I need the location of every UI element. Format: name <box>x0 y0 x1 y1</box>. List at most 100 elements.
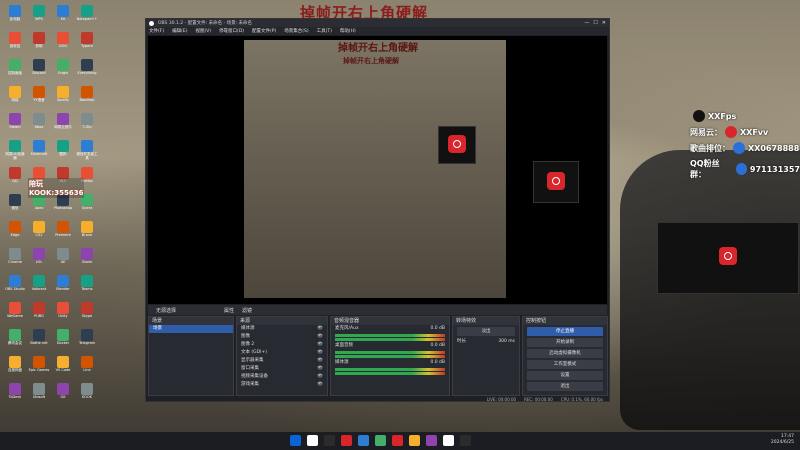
desktop-icon[interactable]: 微信开发者工具 <box>76 139 98 167</box>
volume-meter[interactable] <box>335 334 445 337</box>
maximize-icon[interactable]: ☐ <box>593 20 597 26</box>
desktop-icon[interactable]: Zoom <box>76 247 98 275</box>
volume-meter[interactable] <box>335 338 445 341</box>
source-item[interactable]: 显示器采集 👁 <box>237 357 327 365</box>
desktop-icon[interactable]: QQ <box>4 166 26 194</box>
desktop-icon[interactable]: 此电脑 <box>4 4 26 32</box>
desktop-icon[interactable]: Docker <box>52 328 74 356</box>
desktop-icon[interactable]: Notepad++ <box>76 4 98 32</box>
desktop-icon[interactable]: Discord <box>28 58 50 86</box>
minimize-icon[interactable]: — <box>584 20 589 26</box>
taskbar-app-icon[interactable] <box>341 435 352 446</box>
desktop-icon[interactable]: Ubisoft <box>28 382 50 410</box>
control-button[interactable]: 停止直播 <box>527 327 603 336</box>
scene-item[interactable]: 场景 <box>149 325 233 333</box>
obs-preview[interactable]: 掉帧开右上角硬解 掉帧开右上角硬解 <box>148 36 607 304</box>
visibility-icon[interactable]: 👁 <box>317 381 323 389</box>
desktop-icon[interactable]: Minecraft <box>28 139 50 167</box>
desktop-icon[interactable]: 酷狗 <box>52 139 74 167</box>
desktop-icon[interactable]: Origin <box>52 58 74 86</box>
desktop-icon[interactable]: Edge <box>4 220 26 248</box>
desktop-icon[interactable]: OBS Studio <box>4 274 26 302</box>
taskbar-app-icon[interactable] <box>426 435 437 446</box>
source-item[interactable]: 文本 (GDI+) 👁 <box>237 349 327 357</box>
taskbar-app-icon[interactable] <box>443 435 454 446</box>
desktop-icon[interactable]: Blender <box>52 274 74 302</box>
menu-item[interactable]: 帮助(H) <box>340 28 356 34</box>
menu-item[interactable]: 场景集合(S) <box>284 28 308 34</box>
desktop-icon[interactable]: WPS <box>28 4 50 32</box>
desktop-icon[interactable]: Battle.net <box>28 328 50 356</box>
desktop-icon[interactable]: Premiere <box>52 220 74 248</box>
desktop-icon[interactable]: PUBG <box>28 301 50 329</box>
taskbar-app-icon[interactable] <box>358 435 369 446</box>
menu-item[interactable]: 停靠窗口(D) <box>219 28 244 34</box>
desktop-icon[interactable]: ToDesk <box>4 382 26 410</box>
control-button[interactable]: 工作室模式 <box>527 360 603 369</box>
volume-meter[interactable] <box>335 368 445 371</box>
visibility-icon[interactable]: 👁 <box>317 341 323 349</box>
desktop-icon[interactable]: Bandizip <box>76 85 98 113</box>
desktop-icon[interactable]: Valorant <box>28 274 50 302</box>
desktop-icon[interactable]: 微信 <box>4 193 26 221</box>
menu-item[interactable]: 视图(V) <box>195 28 211 34</box>
source-item[interactable]: 媒体源 👁 <box>237 325 327 333</box>
desktop-icon[interactable]: WeGame <box>4 301 26 329</box>
desktop-icon[interactable]: 回收站 <box>4 31 26 59</box>
desktop-icon[interactable]: Chrome <box>4 247 26 275</box>
desktop-icon[interactable]: Git <box>52 382 74 410</box>
desktop-icon[interactable]: Unity <box>52 301 74 329</box>
desktop-icon[interactable]: LOL <box>28 247 50 275</box>
volume-meter[interactable] <box>335 372 445 375</box>
visibility-icon[interactable]: 👁 <box>317 325 323 333</box>
desktop-icon[interactable]: AE <box>52 247 74 275</box>
desktop-icon[interactable]: Steam <box>4 112 26 140</box>
taskbar-app-icon[interactable] <box>392 435 403 446</box>
desktop-icon[interactable]: CS2 <box>28 220 50 248</box>
clock[interactable]: 17:47 2024/6/25 <box>771 434 794 446</box>
visibility-icon[interactable]: 👁 <box>317 349 323 357</box>
desktop-icon[interactable]: GOG <box>52 31 74 59</box>
taskbar-app-icon[interactable] <box>290 435 301 446</box>
desktop-icon[interactable]: 网络 <box>4 85 26 113</box>
desktop-icon[interactable]: KOOK <box>76 382 98 410</box>
taskbar-app-icon[interactable] <box>307 435 318 446</box>
visibility-icon[interactable]: 👁 <box>317 333 323 341</box>
source-item[interactable]: 视频采集设备 👁 <box>237 373 327 381</box>
desktop-icon[interactable]: Spotify <box>52 85 74 113</box>
desktop-icon[interactable]: Brave <box>76 220 98 248</box>
desktop-icon[interactable]: VS Code <box>52 355 74 383</box>
source-item[interactable]: 图像 👁 <box>237 333 327 341</box>
volume-meter[interactable] <box>335 355 445 358</box>
visibility-icon[interactable]: 👁 <box>317 365 323 373</box>
taskbar-app-icon[interactable] <box>324 435 335 446</box>
close-icon[interactable]: ✕ <box>602 20 606 26</box>
desktop-icon[interactable]: Everything <box>76 58 98 86</box>
taskbar-app-icon[interactable] <box>375 435 386 446</box>
desktop-icon[interactable]: 控制面板 <box>4 58 26 86</box>
source-item[interactable]: 图像 2 👁 <box>237 341 327 349</box>
menu-item[interactable]: 配置文件(P) <box>252 28 276 34</box>
visibility-icon[interactable]: 👁 <box>317 357 323 365</box>
desktop-icon[interactable]: Telegram <box>76 328 98 356</box>
desktop-icon[interactable]: YY语音 <box>28 85 50 113</box>
desktop-icon[interactable]: Typora <box>76 31 98 59</box>
volume-meter[interactable] <box>335 351 445 354</box>
control-button[interactable]: 开始录制 <box>527 338 603 347</box>
control-button[interactable]: 设置 <box>527 371 603 380</box>
desktop-icon[interactable]: Epic Games <box>28 355 50 383</box>
desktop-icon[interactable]: Skype <box>76 301 98 329</box>
obs-titlebar[interactable]: OBS 30.1.2 - 配置文件: 未命名 - 场景: 未命名 — ☐ ✕ <box>146 19 609 27</box>
menu-item[interactable]: 编辑(E) <box>172 28 187 34</box>
desktop-icon[interactable]: EA <box>52 4 74 32</box>
menu-item[interactable]: 文件(F) <box>149 28 164 34</box>
source-item[interactable]: 窗口采集 👁 <box>237 365 327 373</box>
obs-window[interactable]: OBS 30.1.2 - 配置文件: 未命名 - 场景: 未命名 — ☐ ✕ 文… <box>145 18 610 402</box>
desktop-icon[interactable]: 网易UU加速器 <box>4 139 26 167</box>
filters-button[interactable]: 滤镜 <box>242 307 252 314</box>
visibility-icon[interactable]: 👁 <box>317 373 323 381</box>
source-item[interactable]: 游戏采集 👁 <box>237 381 327 389</box>
desktop-icon[interactable]: 百度网盘 <box>4 355 26 383</box>
transition-select[interactable]: 淡出 <box>457 327 515 336</box>
desktop-icon[interactable]: 腾讯会议 <box>4 328 26 356</box>
